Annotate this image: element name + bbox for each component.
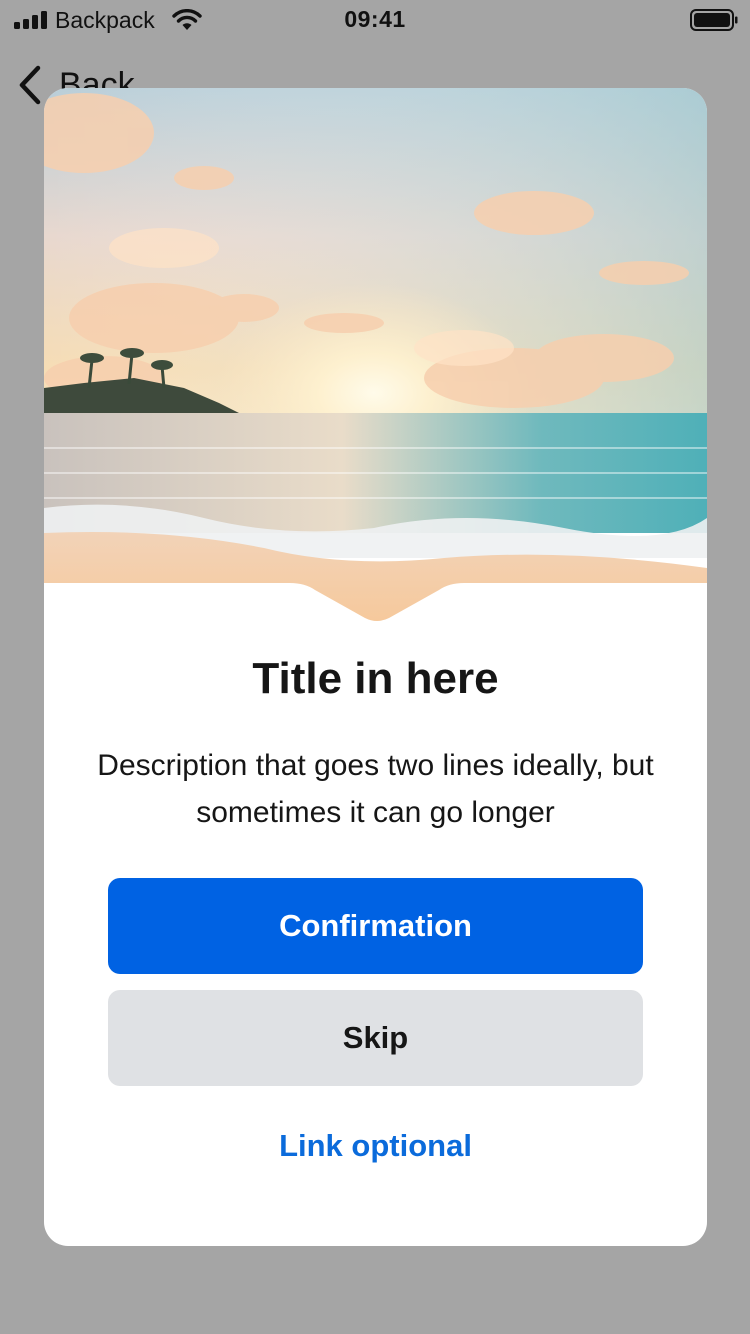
status-time: 09:41 [344,6,406,32]
battery-icon [690,9,738,31]
modal-title: Title in here [252,654,499,703]
skip-button[interactable]: Skip [108,990,643,1086]
confirmation-button[interactable]: Confirmation [108,878,643,974]
screen: Backpack 09:41 Back Title in here Descri… [0,0,750,1334]
chevron-left-icon [19,65,41,105]
modal-description: Description that goes two lines ideally,… [97,749,654,829]
modal-dialog: Title in here Description that goes two … [44,88,707,1246]
optional-link[interactable]: Link optional [44,1128,707,1164]
status-bar: Backpack 09:41 [0,0,750,40]
hero-image [44,88,707,628]
